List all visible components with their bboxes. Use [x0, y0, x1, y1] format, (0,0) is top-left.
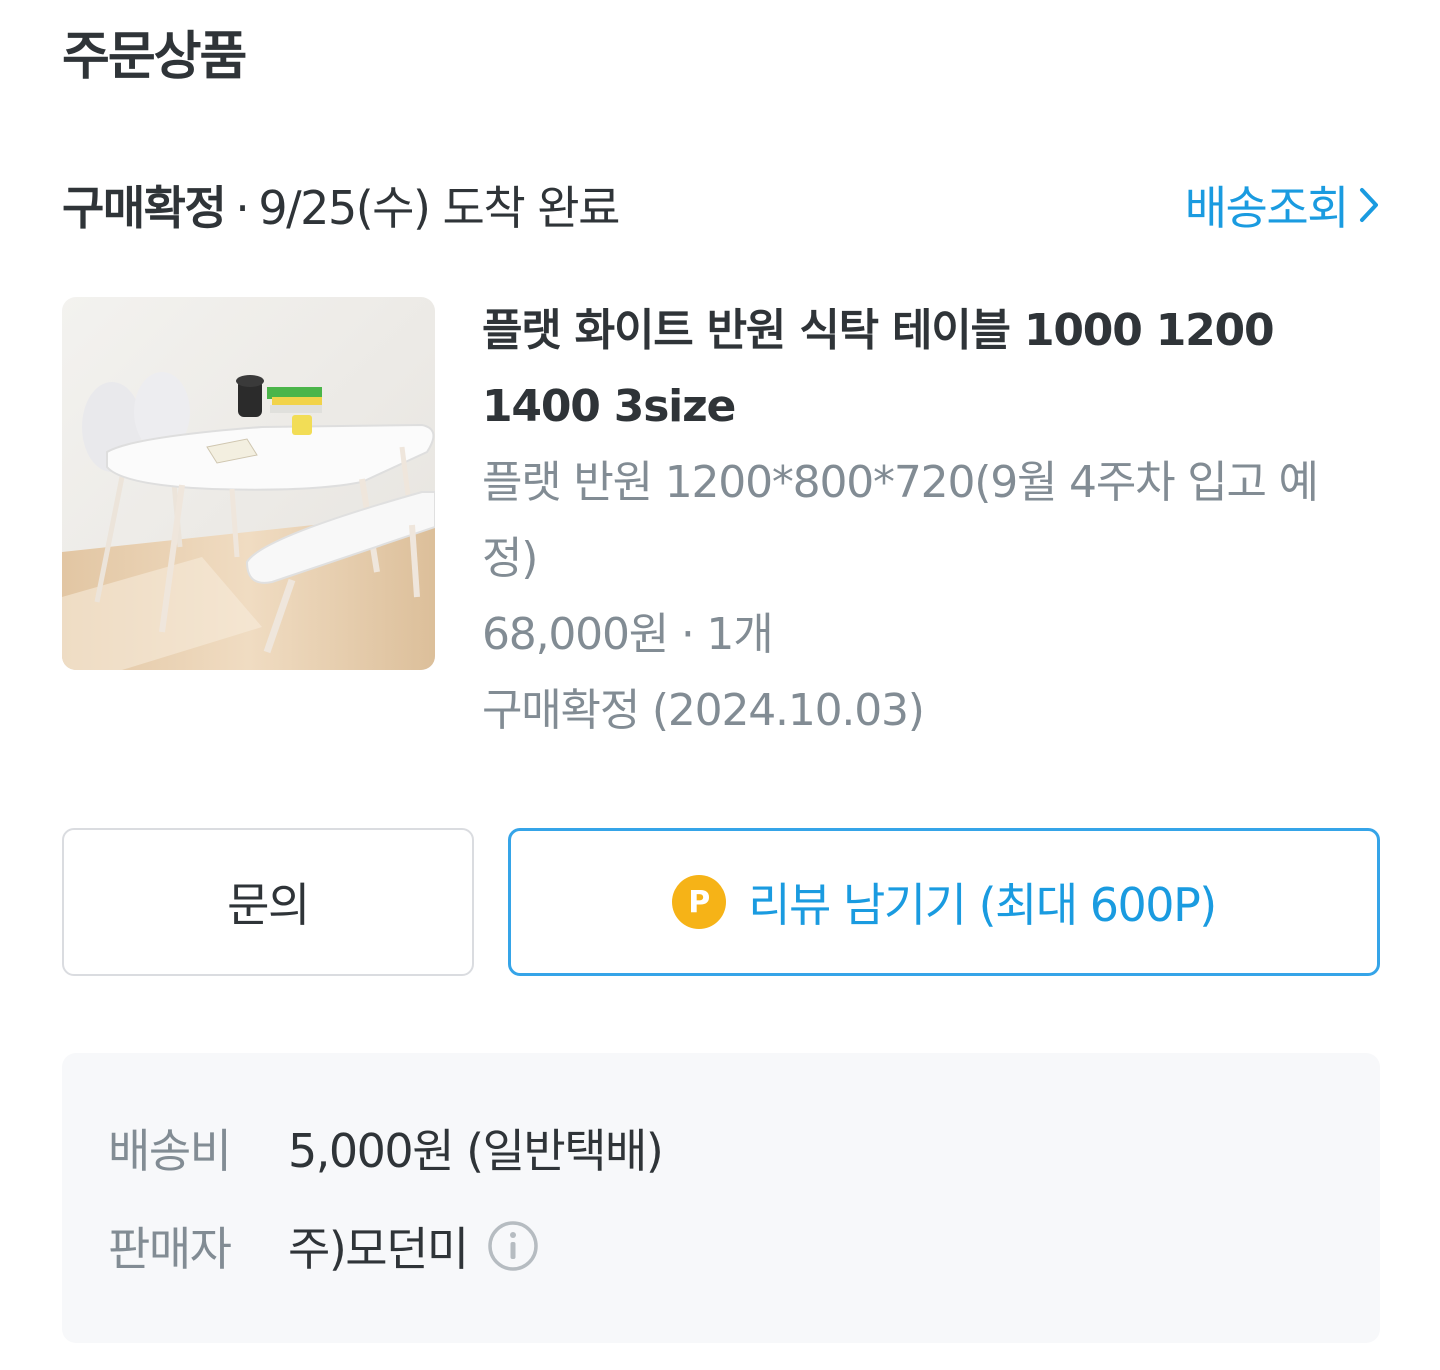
- inquiry-button-label: 문의: [227, 878, 310, 932]
- track-delivery-link[interactable]: 배송조회: [1185, 172, 1380, 238]
- status-label: 구매확정: [62, 181, 227, 235]
- delivery-info-box: 배송비 5,000원 (일반택배) 판매자 주)모던미: [62, 1053, 1380, 1343]
- inquiry-button[interactable]: 문의: [62, 828, 474, 976]
- seller-label: 판매자: [108, 1222, 232, 1276]
- seller-info: 주)모던미: [288, 1213, 540, 1279]
- info-icon[interactable]: [486, 1219, 540, 1273]
- section-title: 주문상품: [62, 27, 247, 87]
- shipping-fee-label: 배송비: [108, 1124, 232, 1178]
- product-option: 플랫 반원 1200*800*720(9월 4주차 입고 예정): [482, 457, 1319, 584]
- status-separator: ·: [235, 181, 250, 235]
- product-price-qty: 68,000원 · 1개: [482, 609, 774, 660]
- point-badge-icon: P: [672, 875, 727, 929]
- product-item: 플랫 화이트 반원 식탁 테이블 1000 1200 1400 3size 플랫…: [62, 297, 1380, 767]
- product-name[interactable]: 플랫 화이트 반원 식탁 테이블 1000 1200 1400 3size: [482, 293, 1372, 445]
- arrival-text: 9/25(수) 도착 완료: [258, 181, 620, 235]
- seller-name[interactable]: 주)모던미: [288, 1213, 469, 1279]
- product-info: 플랫 화이트 반원 식탁 테이블 1000 1200 1400 3size 플랫…: [482, 297, 1372, 749]
- write-review-label: 리뷰 남기기 (최대 600P): [748, 878, 1217, 932]
- write-review-button[interactable]: P 리뷰 남기기 (최대 600P): [508, 828, 1380, 976]
- shipping-fee-value: 5,000원 (일반택배): [288, 1124, 664, 1178]
- order-status: 구매확정 · 9/25(수) 도착 완료: [62, 172, 620, 238]
- purchase-status: 구매확정 (2024.10.03): [482, 685, 925, 736]
- product-image[interactable]: [62, 297, 435, 670]
- order-product-page: 주문상품 구매확정 · 9/25(수) 도착 완료 배송조회 플랫 화이트 반원…: [0, 0, 1440, 1370]
- seller-row: 판매자 주)모던미: [108, 1213, 540, 1279]
- track-delivery-label: 배송조회: [1184, 181, 1350, 235]
- shipping-fee-row: 배송비 5,000원 (일반택배): [108, 1115, 664, 1181]
- chevron-right-icon: [1360, 188, 1378, 222]
- order-status-row: 구매확정 · 9/25(수) 도착 완료 배송조회: [62, 170, 1380, 240]
